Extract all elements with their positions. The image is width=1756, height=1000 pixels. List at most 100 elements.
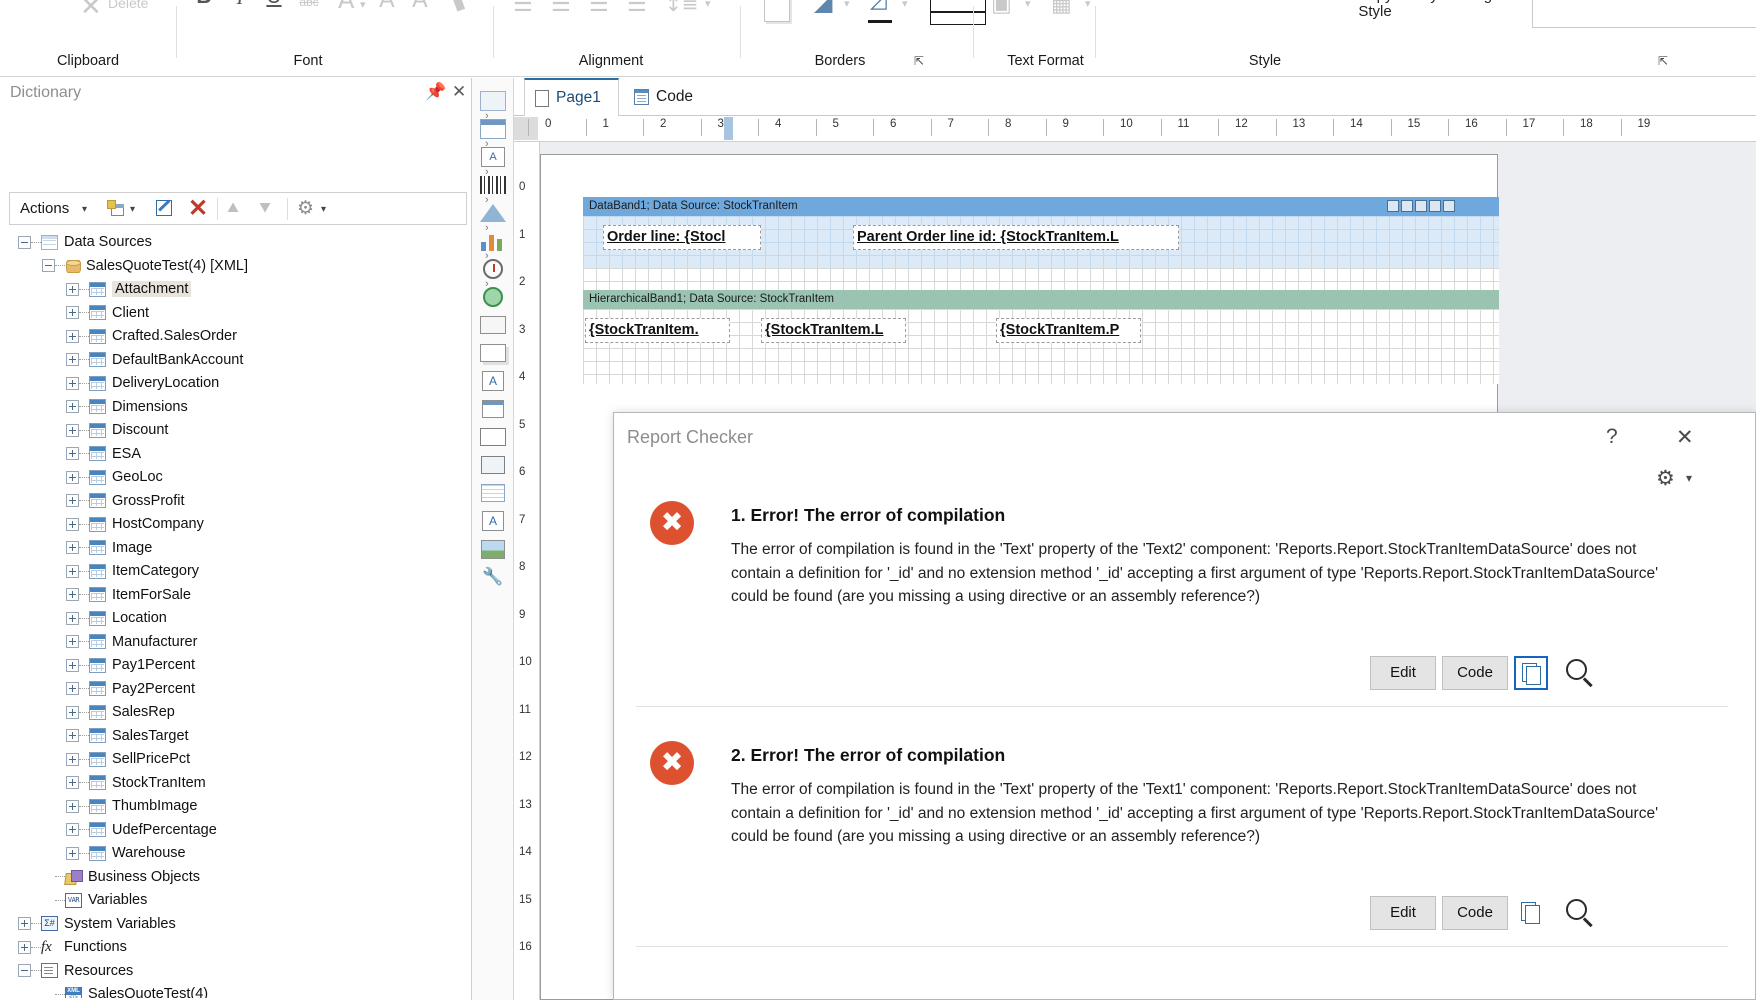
tree-expander[interactable]: [18, 940, 31, 954]
globe-icon[interactable]: [477, 286, 509, 312]
tree-expander[interactable]: [66, 329, 79, 343]
component-text-stocktranitem-1[interactable]: {StockTranItem.: [585, 318, 730, 343]
font-color-icon[interactable]: A: [338, 0, 354, 14]
italic-icon[interactable]: I: [228, 0, 252, 8]
text-format-icon[interactable]: ▣: [991, 0, 1012, 17]
tree-node-deliverylocation[interactable]: DeliveryLocation: [0, 371, 472, 395]
style-gallery-box[interactable]: [1532, 0, 1756, 28]
edit-pencil-icon[interactable]: [156, 199, 175, 218]
tree-node-itemcategory[interactable]: ItemCategory: [0, 559, 472, 583]
edit-button-1[interactable]: Edit: [1370, 656, 1436, 690]
chevron-down-icon[interactable]: ▾: [705, 0, 711, 10]
tree-expander[interactable]: [18, 917, 31, 930]
align-justify-icon[interactable]: ☰: [627, 0, 647, 17]
report-checker-dialog[interactable]: Report Checker ? ✕ ⚙ ▾ ✖ 1. Error! The e…: [613, 412, 1756, 1000]
picture-icon[interactable]: [477, 538, 509, 564]
subreport-icon[interactable]: [477, 342, 509, 368]
band-btn-3[interactable]: [1415, 200, 1427, 212]
new-item-icon[interactable]: [107, 200, 126, 217]
tree-node-thumbimage[interactable]: ThumbImage: [0, 794, 472, 818]
delete-red-x-icon[interactable]: ✕: [188, 196, 208, 222]
chevron-down-icon[interactable]: ▾: [82, 204, 87, 215]
tree-node-resource-item[interactable]: SalesQuoteTest(4): [0, 982, 472, 998]
zip-a-icon[interactable]: A: [477, 510, 509, 536]
arrow-icon[interactable]: [477, 90, 509, 116]
close-icon[interactable]: ✕: [452, 82, 466, 102]
band-btn-5[interactable]: [1443, 200, 1455, 212]
bold-icon[interactable]: B: [192, 0, 216, 8]
tree-expander[interactable]: [66, 611, 79, 625]
chevron-down-icon[interactable]: ▾: [1025, 0, 1031, 10]
border-box-icon[interactable]: [764, 0, 790, 22]
copy-document-icon-2[interactable]: [1514, 896, 1548, 930]
line-spacing-icon[interactable]: ↕≡: [665, 0, 699, 16]
tree-expander[interactable]: [18, 235, 31, 249]
tree-node-discount[interactable]: Discount: [0, 418, 472, 442]
tab-code[interactable]: Code: [624, 78, 719, 116]
barcode-icon[interactable]: [477, 174, 509, 200]
tree-expander[interactable]: [66, 705, 79, 719]
tree-node-location[interactable]: Location: [0, 606, 472, 630]
tools-icon[interactable]: 🔧: [477, 566, 509, 592]
tree-expander[interactable]: [66, 588, 79, 601]
image-a-icon[interactable]: A: [477, 370, 509, 396]
tree-expander[interactable]: [66, 846, 79, 860]
gear-icon[interactable]: ⚙: [297, 198, 314, 220]
tree-expander[interactable]: [66, 564, 79, 578]
move-down-icon[interactable]: ⯆: [257, 198, 273, 220]
borders-dialog-launcher[interactable]: ⇱: [914, 54, 927, 68]
align-left-icon[interactable]: ☰: [513, 0, 533, 17]
tree-node-resources[interactable]: Resources: [0, 959, 472, 983]
tree-expander[interactable]: [66, 682, 79, 695]
tree-node-pay1percent[interactable]: Pay1Percent: [0, 653, 472, 677]
help-button[interactable]: ?: [1606, 425, 1618, 449]
actions-menu[interactable]: Actions: [20, 200, 69, 217]
tree-expander[interactable]: [66, 752, 79, 766]
tree-expander[interactable]: [66, 823, 79, 836]
rectangle-icon[interactable]: [477, 426, 509, 452]
tree-node-pay2percent[interactable]: Pay2Percent: [0, 677, 472, 701]
checkbox-icon[interactable]: [477, 398, 509, 424]
tree-node-attachment[interactable]: Attachment: [0, 277, 472, 301]
tree-node-grossprofit[interactable]: GrossProfit: [0, 489, 472, 513]
tree-node-itemforsale[interactable]: ItemForSale: [0, 583, 472, 607]
magnifier-icon-1[interactable]: [1562, 656, 1596, 690]
shape-icon[interactable]: [477, 202, 509, 228]
border-color-icon[interactable]: ◿: [870, 0, 887, 13]
tree-node-geoloc[interactable]: GeoLoc: [0, 465, 472, 489]
tree-expander[interactable]: [42, 259, 55, 272]
move-up-icon[interactable]: ⯅: [225, 198, 241, 220]
tree-expander[interactable]: [66, 517, 79, 531]
between-bands-grid[interactable]: [583, 268, 1499, 290]
delete-button[interactable]: Delete: [108, 0, 178, 11]
code-button-1[interactable]: Code: [1442, 656, 1508, 690]
tree-node-business-objects[interactable]: Business Objects: [0, 865, 472, 889]
dialog-body[interactable]: ✖ 1. Error! The error of compilation The…: [614, 485, 1755, 999]
band-btn-2[interactable]: [1401, 200, 1413, 212]
tree-node-stocktranitem[interactable]: StockTranItem: [0, 771, 472, 795]
chart-icon[interactable]: [477, 230, 509, 256]
tree-expander[interactable]: [66, 353, 79, 366]
tree-node-esa[interactable]: ESA: [0, 442, 472, 466]
clear-format-icon[interactable]: ▮: [448, 0, 468, 15]
tree-node-data-sources[interactable]: Data Sources: [0, 230, 472, 254]
tree-expander[interactable]: [18, 964, 31, 977]
pin-icon[interactable]: 📌: [425, 82, 446, 102]
align-center-icon[interactable]: ☰: [551, 0, 571, 17]
gauge-icon[interactable]: [477, 258, 509, 284]
chevron-down-icon[interactable]: ▾: [321, 204, 326, 215]
chevron-down-icon[interactable]: ▾: [130, 204, 135, 215]
code-button-2[interactable]: Code: [1442, 896, 1508, 930]
tree-node-salesrep[interactable]: SalesRep: [0, 700, 472, 724]
shrink-font-icon[interactable]: A: [412, 0, 428, 13]
magnifier-icon-2[interactable]: [1562, 896, 1596, 930]
tree-node-crafted-salesorder[interactable]: Crafted.SalesOrder: [0, 324, 472, 348]
tree-expander[interactable]: [66, 282, 79, 296]
close-button[interactable]: ✕: [1676, 425, 1694, 450]
strikethrough-icon[interactable]: abc: [294, 0, 324, 9]
tree-node-client[interactable]: Client: [0, 301, 472, 325]
tree-node-variables[interactable]: VAR Variables: [0, 888, 472, 912]
band-header-hierarchicalband1[interactable]: HierarchicalBand1; Data Source: StockTra…: [583, 290, 1499, 309]
edit-button-2[interactable]: Edit: [1370, 896, 1436, 930]
tab-page1[interactable]: Page1: [524, 78, 619, 116]
